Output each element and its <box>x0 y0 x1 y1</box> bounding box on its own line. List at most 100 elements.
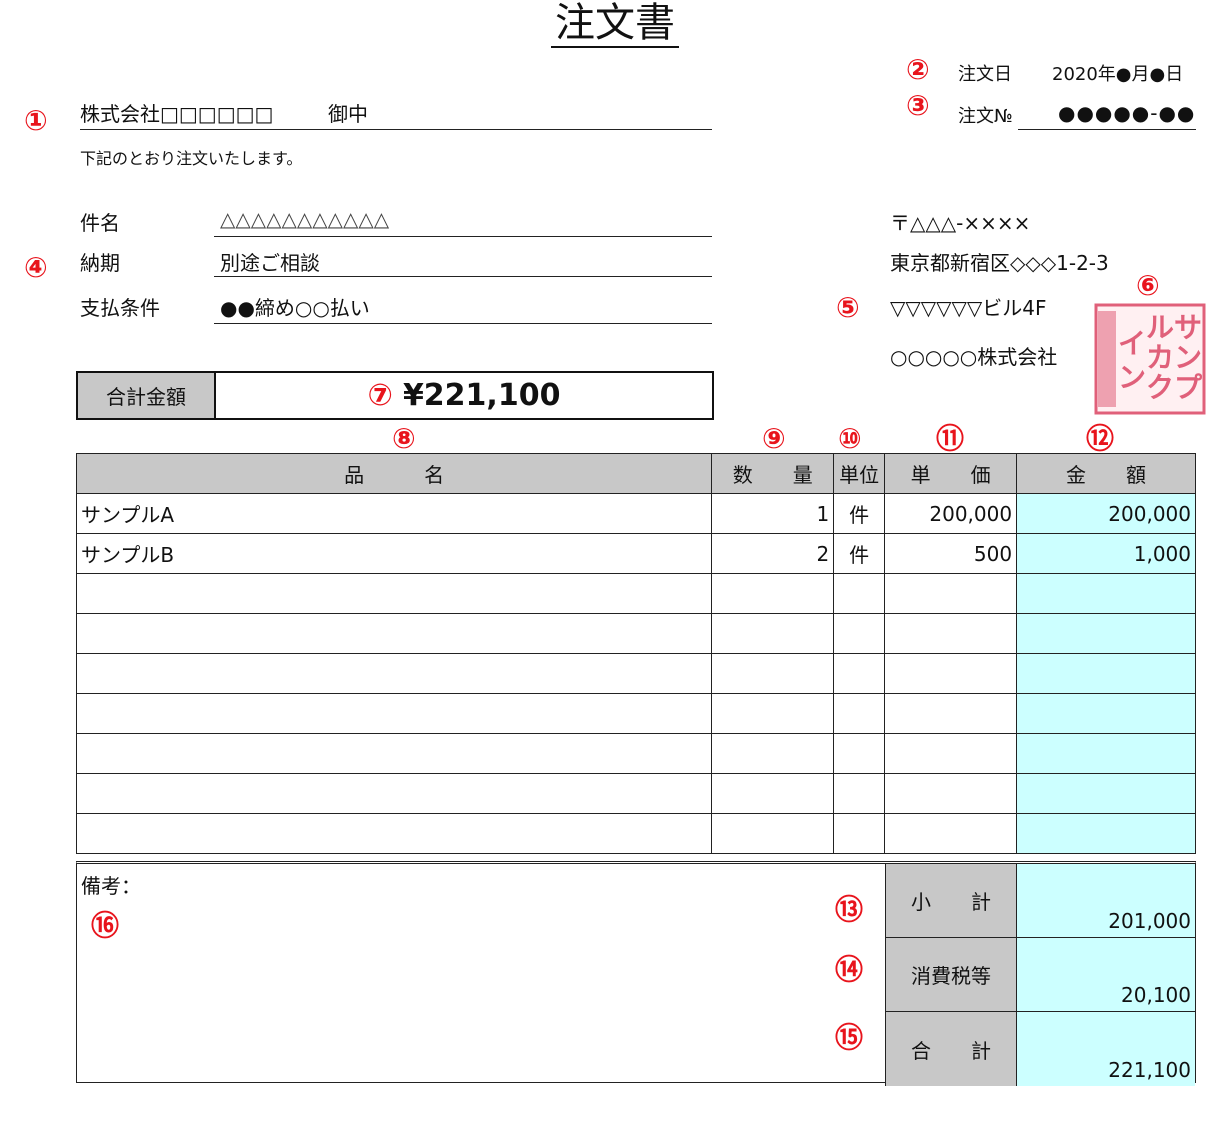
total-amount-box: 合計金額 ⑦ ¥221,100 <box>76 371 714 420</box>
marker-5: ⑤ <box>836 291 860 324</box>
cell-unit-price <box>884 733 1018 774</box>
tax-label: 消費税等 <box>885 938 1017 1012</box>
order-no-label: 注文№ <box>958 106 1013 127</box>
marker-2: ② <box>906 53 930 86</box>
cell-quantity <box>711 813 835 854</box>
marker-9: ⑨ <box>762 422 786 455</box>
total-amount-value: ¥221,100 <box>402 378 561 413</box>
subtotal-label: 小 計 <box>885 864 1017 938</box>
order-date-value: 2020年●月●日 <box>1052 64 1184 85</box>
issuer-company: ○○○○○株式会社 <box>890 345 1058 369</box>
remarks-label: 備考： <box>81 874 141 898</box>
svg-text:ク: ク <box>1146 371 1174 404</box>
payment-value: ●●締め○○払い <box>220 296 370 320</box>
table-row <box>75 613 1196 654</box>
cell-item-name <box>75 613 713 654</box>
marker-14: ⑭ <box>835 953 864 986</box>
cell-item-name <box>75 653 713 694</box>
intro-text: 下記のとおり注文いたします。 <box>80 149 303 168</box>
cell-unit-price <box>884 653 1018 694</box>
table-row <box>75 693 1196 734</box>
table-row: サンプルB 2 件 500 1,000 <box>75 533 1196 574</box>
payment-label: 支払条件 <box>80 296 160 320</box>
document-title: 注文書 <box>0 0 1230 48</box>
marker-3: ③ <box>906 89 930 122</box>
svg-text:ン: ン <box>1174 341 1202 374</box>
cell-unit <box>833 693 886 734</box>
subject-label: 件名 <box>80 211 120 235</box>
tax-value: 20,100 <box>1017 938 1195 1012</box>
cell-amount: 200,000 <box>1016 493 1196 534</box>
cell-item-name <box>75 693 713 734</box>
cell-quantity: 1 <box>711 493 835 534</box>
issuer-address: 東京都新宿区◇◇◇1-2-3 <box>890 251 1109 275</box>
cell-unit <box>833 573 886 614</box>
svg-text:サ: サ <box>1174 311 1202 344</box>
total-amount-label: 合計金額 <box>78 373 216 418</box>
remarks-summary-section: 備考： ⑯ ⑬ 小 計 201,000 ⑭ 消費税等 20,100 ⑮ 合 計 … <box>76 861 1196 1086</box>
cell-unit-price <box>884 613 1018 654</box>
marker-4: ④ <box>24 251 48 284</box>
marker-15: ⑮ <box>835 1021 864 1054</box>
grand-total-label: 合 計 <box>885 1012 1017 1086</box>
marker-1: ① <box>24 104 48 137</box>
table-header-row: 品 名 数 量 単位 単 価 金 額 <box>75 453 1196 494</box>
cell-item-name <box>75 813 713 854</box>
cell-item-name <box>75 733 713 774</box>
cell-amount <box>1016 733 1196 774</box>
cell-quantity <box>711 653 835 694</box>
header-unit-price: 単 価 <box>884 453 1018 494</box>
delivery-value: 別途ご相談 <box>220 251 320 275</box>
grand-total-value: 221,100 <box>1017 1012 1195 1086</box>
cell-quantity <box>711 693 835 734</box>
delivery-label: 納期 <box>80 251 120 275</box>
cell-unit-price <box>884 573 1018 614</box>
cell-amount <box>1016 653 1196 694</box>
cell-item-name: サンプルB <box>75 533 713 574</box>
cell-amount: 1,000 <box>1016 533 1196 574</box>
table-row <box>75 773 1196 814</box>
cell-unit-price <box>884 773 1018 814</box>
cell-quantity <box>711 573 835 614</box>
cell-unit: 件 <box>833 493 886 534</box>
cell-item-name: サンプルA <box>75 493 713 534</box>
marker-12: ⑫ <box>1086 422 1115 455</box>
svg-text:ル: ル <box>1146 311 1174 344</box>
cell-unit-price <box>884 693 1018 734</box>
company-seal-stamp: サンプ ルカク イン <box>1094 303 1206 415</box>
svg-text:ン: ン <box>1118 361 1146 394</box>
cell-item-name <box>75 773 713 814</box>
svg-text:プ: プ <box>1174 371 1203 404</box>
cell-quantity <box>711 613 835 654</box>
marker-13: ⑬ <box>835 893 864 926</box>
header-amount: 金 額 <box>1016 453 1196 494</box>
table-row <box>75 653 1196 694</box>
total-amount-value-wrap: ⑦ ¥221,100 <box>216 373 712 418</box>
issuer-postal: 〒△△△-×××× <box>890 211 1031 235</box>
marker-16: ⑯ <box>91 909 120 942</box>
cell-quantity <box>711 773 835 814</box>
items-table: 品 名 数 量 単位 単 価 金 額 サンプルA 1 件 200,000 200,000… <box>75 453 1196 854</box>
cell-unit-price <box>884 813 1018 854</box>
header-item-name: 品 名 <box>75 453 713 494</box>
recipient-name: 株式会社□□□□□□ <box>80 102 274 126</box>
cell-amount <box>1016 613 1196 654</box>
cell-unit <box>833 733 886 774</box>
cell-amount <box>1016 773 1196 814</box>
header-unit: 単位 <box>833 453 886 494</box>
cell-unit-price: 200,000 <box>884 493 1018 534</box>
cell-unit <box>833 653 886 694</box>
marker-8: ⑧ <box>392 422 416 455</box>
cell-unit-price: 500 <box>884 533 1018 574</box>
cell-quantity: 2 <box>711 533 835 574</box>
cell-amount <box>1016 573 1196 614</box>
subtotal-value: 201,000 <box>1017 864 1195 938</box>
table-row <box>75 733 1196 774</box>
header-quantity: 数 量 <box>711 453 835 494</box>
cell-unit <box>833 613 886 654</box>
order-no-value: ●●●●●-●● <box>1058 101 1196 125</box>
cell-unit <box>833 813 886 854</box>
recipient-honorific: 御中 <box>328 102 368 126</box>
svg-text:カ: カ <box>1146 341 1174 374</box>
table-row <box>75 813 1196 854</box>
